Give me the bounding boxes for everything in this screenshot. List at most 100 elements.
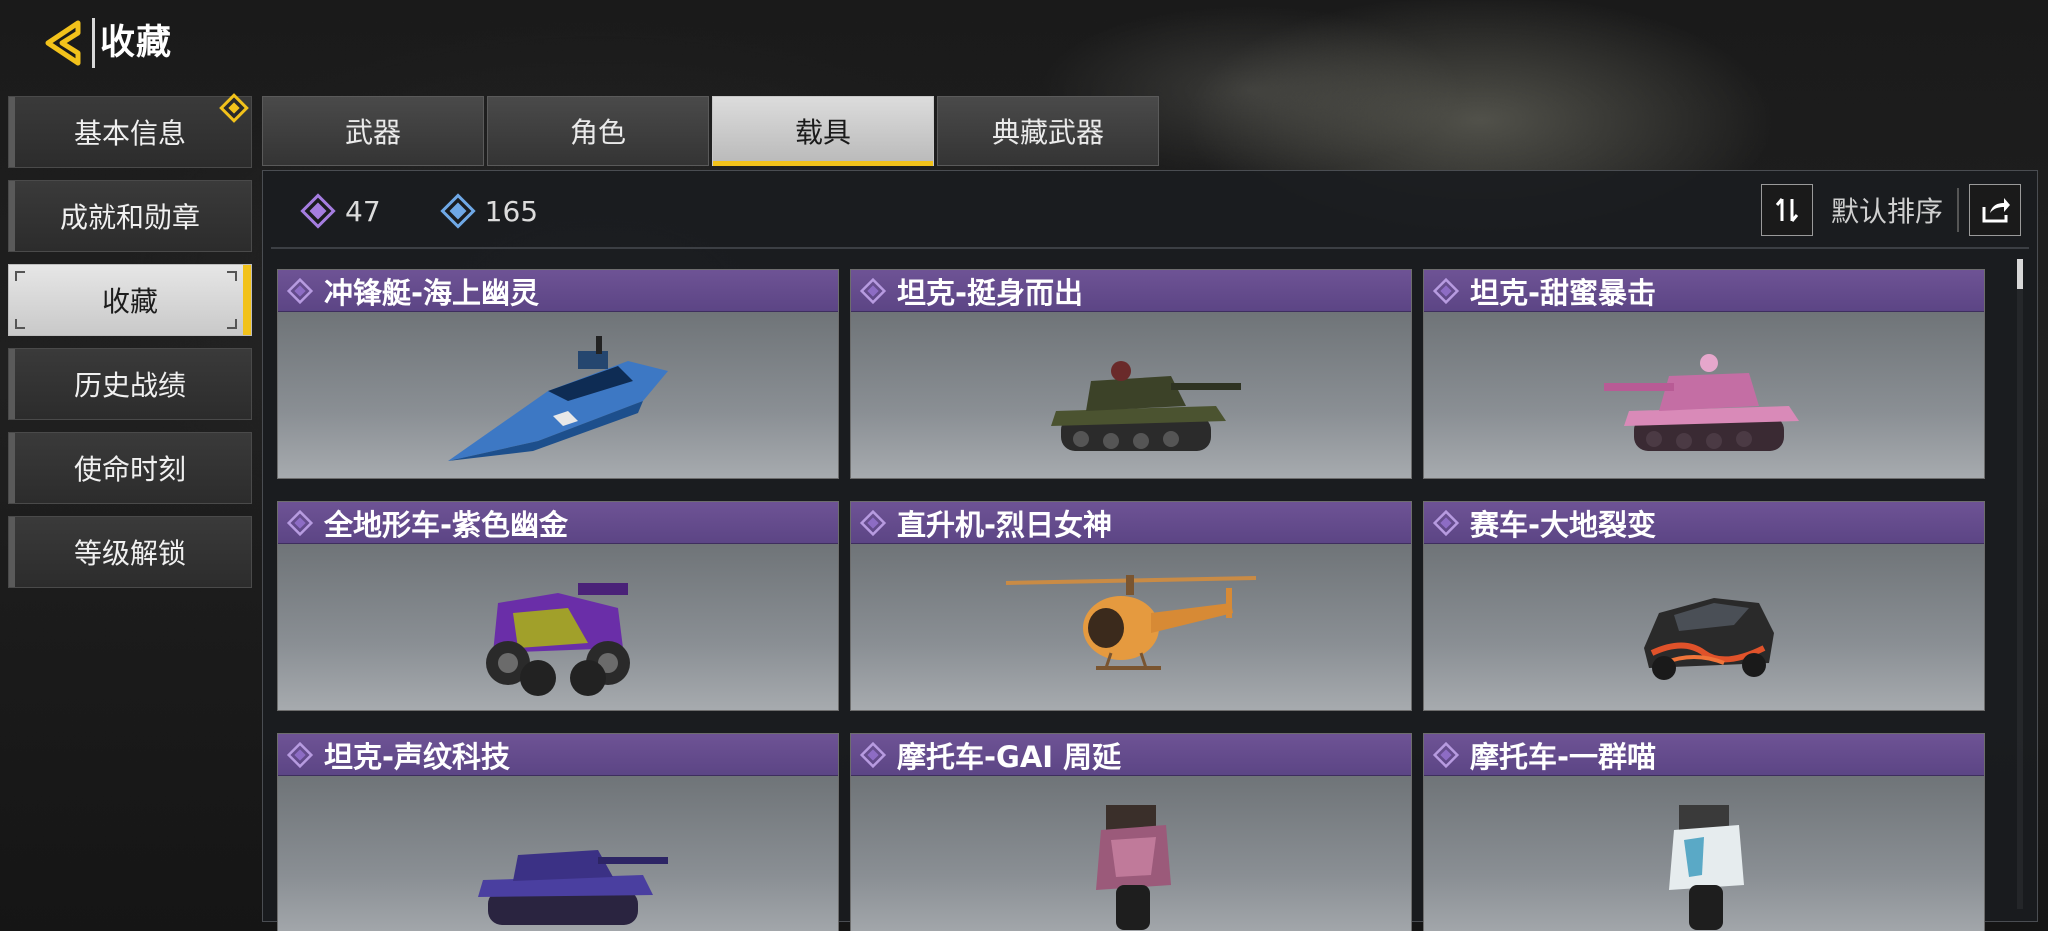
vehicle-name: 全地形车-紫色幽金	[324, 507, 569, 542]
vehicle-preview	[1424, 312, 1984, 478]
sidebar-item-label: 历史战绩	[73, 369, 186, 402]
vehicle-grid: 冲锋艇-海上幽灵 坦克-挺身而出 坦克-甜蜜暴击 全地形车-紫色幽金 直升机-烈…	[277, 269, 1987, 931]
rarity-diamond-icon	[1432, 741, 1460, 768]
sidebar-item-level-unlock[interactable]: 等级解锁	[8, 516, 252, 588]
sidebar-item-achievements[interactable]: 成就和勋章	[8, 180, 252, 252]
sidebar-item-basic-info[interactable]: 基本信息	[8, 93, 252, 168]
vehicle-card[interactable]: 摩托车-GAI 周延	[850, 733, 1412, 931]
tab-vehicles[interactable]: 载具	[712, 96, 934, 166]
rarity-diamond-icon	[859, 509, 887, 536]
share-button[interactable]	[1969, 184, 2021, 236]
back-arrow-icon	[45, 20, 81, 66]
rarity-diamond-icon	[859, 277, 887, 304]
header-divider	[92, 18, 95, 68]
vehicle-preview	[1424, 544, 1984, 710]
vehicle-card[interactable]: 全地形车-紫色幽金	[277, 501, 839, 711]
sidebar-item-edge	[9, 433, 15, 503]
purple-count: 47	[345, 194, 381, 228]
active-indicator	[243, 265, 251, 335]
corner-mark	[227, 319, 237, 329]
panel-divider	[271, 247, 2029, 249]
page-title: 收藏	[100, 23, 173, 63]
sidebar: 基本信息 成就和勋章 收藏 历史战绩 使命时刻 等级解锁	[8, 93, 252, 600]
atv-purple-icon	[486, 582, 630, 696]
sidebar-item-label: 基本信息	[73, 117, 186, 150]
sidebar-item-moments[interactable]: 使命时刻	[8, 432, 252, 504]
vehicle-card-header: 坦克-声纹科技	[278, 734, 838, 776]
sidebar-item-edge	[9, 517, 15, 587]
tab-weapons[interactable]: 武器	[262, 96, 484, 166]
sort-arrows-icon	[1775, 198, 1799, 222]
vehicle-card-header: 冲锋艇-海上幽灵	[278, 270, 838, 312]
sidebar-item-edge	[9, 181, 15, 251]
vehicle-preview	[278, 776, 838, 931]
vehicle-preview	[278, 544, 838, 710]
vehicle-card[interactable]: 坦克-声纹科技	[277, 733, 839, 931]
sort-label[interactable]: 默认排序	[1831, 190, 1943, 230]
scrollbar[interactable]	[2017, 259, 2023, 909]
tank-pink-icon	[1604, 353, 1799, 451]
motorcycle-pink-icon	[1096, 804, 1171, 930]
sidebar-item-edge	[9, 97, 15, 167]
vehicle-name: 赛车-大地裂变	[1470, 507, 1657, 542]
back-button[interactable]	[34, 16, 94, 70]
tank-camo-icon	[1051, 360, 1241, 451]
vehicle-card[interactable]: 坦克-甜蜜暴击	[1423, 269, 1985, 479]
vehicle-card-header: 摩托车-GAI 周延	[851, 734, 1411, 776]
sidebar-item-label: 成就和勋章	[59, 201, 200, 234]
vehicle-card[interactable]: 赛车-大地裂变	[1423, 501, 1985, 711]
vehicle-card[interactable]: 冲锋艇-海上幽灵	[277, 269, 839, 479]
vehicle-preview	[278, 312, 838, 478]
corner-mark	[15, 271, 25, 281]
vehicle-name: 坦克-甜蜜暴击	[1470, 275, 1657, 310]
sidebar-item-history[interactable]: 历史战绩	[8, 348, 252, 420]
motorcycle-white-icon	[1669, 804, 1744, 930]
vehicle-preview	[1424, 776, 1984, 931]
blue-count-stat: 165	[439, 192, 538, 230]
corner-mark	[227, 271, 237, 281]
collection-panel: 47 165 默认排序 冲锋艇-海上幽灵 坦克-挺身而出 坦克-甜蜜暴击 全地形…	[262, 170, 2038, 931]
tank-purple-icon	[478, 849, 668, 925]
purple-gem-icon	[300, 193, 336, 229]
rarity-diamond-icon	[1432, 277, 1460, 304]
helicopter-orange-icon	[1005, 574, 1257, 670]
sidebar-item-label: 使命时刻	[73, 453, 186, 486]
rarity-diamond-icon	[286, 509, 314, 536]
vehicle-name: 坦克-挺身而出	[897, 275, 1084, 310]
tab-characters[interactable]: 角色	[487, 96, 709, 166]
sidebar-item-label: 等级解锁	[73, 537, 186, 570]
new-badge-diamond-icon	[219, 93, 249, 123]
vehicle-card-header: 坦克-甜蜜暴击	[1424, 270, 1984, 312]
vehicle-name: 摩托车-GAI 周延	[897, 739, 1122, 774]
purple-count-stat: 47	[299, 192, 381, 230]
vehicle-preview	[851, 312, 1411, 478]
vehicle-card-header: 坦克-挺身而出	[851, 270, 1411, 312]
vehicle-name: 坦克-声纹科技	[324, 739, 511, 774]
vehicle-card-header: 直升机-烈日女神	[851, 502, 1411, 544]
tab-collector-weapons[interactable]: 典藏武器	[937, 96, 1159, 166]
vehicle-preview	[851, 544, 1411, 710]
rarity-diamond-icon	[859, 741, 887, 768]
share-icon	[1982, 198, 2010, 223]
scrollbar-thumb[interactable]	[2017, 259, 2023, 289]
sidebar-item-edge	[9, 349, 15, 419]
vehicle-preview	[851, 776, 1411, 931]
stats-bar: 47 165	[299, 191, 578, 231]
blue-gem-icon	[439, 193, 476, 229]
vehicle-card-header: 赛车-大地裂变	[1424, 502, 1984, 544]
vehicle-card[interactable]: 直升机-烈日女神	[850, 501, 1412, 711]
racecar-lava-icon	[1644, 597, 1774, 680]
sidebar-item-collection[interactable]: 收藏	[8, 264, 252, 336]
vehicle-card-header: 全地形车-紫色幽金	[278, 502, 838, 544]
blue-count: 165	[484, 194, 539, 228]
rarity-diamond-icon	[286, 277, 314, 304]
vehicle-name: 摩托车-一群喵	[1470, 739, 1657, 774]
speedboat-blue-icon	[448, 335, 668, 461]
sidebar-item-label: 收藏	[101, 285, 158, 318]
rarity-diamond-icon	[286, 741, 314, 768]
vehicle-card[interactable]: 摩托车-一群喵	[1423, 733, 1985, 931]
toolbar: 默认排序	[1760, 183, 2021, 237]
vehicle-card-header: 摩托车-一群喵	[1424, 734, 1984, 776]
sort-toggle-button[interactable]	[1760, 184, 1813, 236]
vehicle-card[interactable]: 坦克-挺身而出	[850, 269, 1412, 479]
